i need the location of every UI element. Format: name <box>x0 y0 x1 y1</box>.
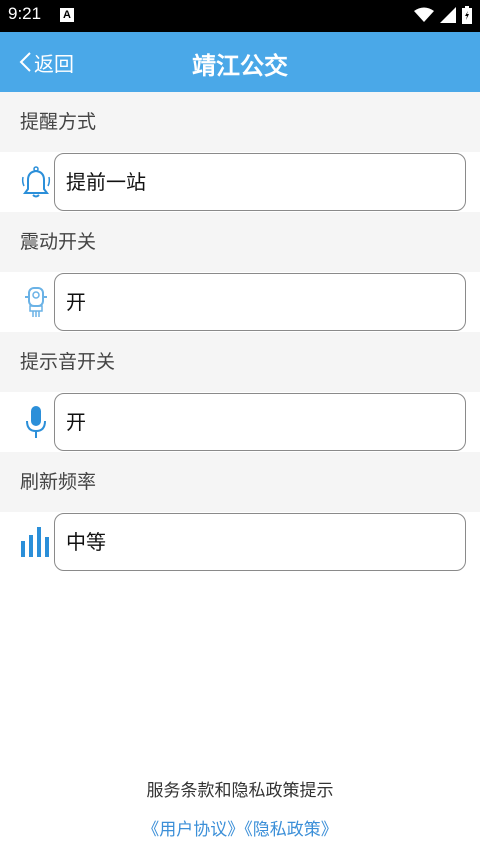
section-label-reminder-mode: 提醒方式 <box>0 92 480 152</box>
status-time: 9:21 <box>8 4 42 23</box>
section-label-vibration: 震动开关 <box>0 212 480 272</box>
signal-bars-icon <box>18 524 54 560</box>
section-label-refresh-rate: 刷新频率 <box>0 452 480 512</box>
sound-toggle[interactable]: 开 <box>54 393 466 451</box>
vibration-icon <box>18 284 54 320</box>
status-bar: 9:21 A <box>0 0 480 32</box>
terms-notice[interactable]: 服务条款和隐私政策提示 <box>0 776 480 801</box>
section-label-sound: 提示音开关 <box>0 332 480 392</box>
vibration-toggle[interactable]: 开 <box>54 273 466 331</box>
setting-row-reminder-mode: 提前一站 <box>0 152 480 212</box>
reminder-mode-select[interactable]: 提前一站 <box>54 153 466 211</box>
app-header: 返回 靖江公交 <box>0 32 480 92</box>
user-agreement-link[interactable]: 《用户协议》 <box>142 820 244 840</box>
setting-row-vibration: 开 <box>0 272 480 332</box>
cell-signal-icon <box>440 7 456 23</box>
setting-row-refresh-rate: 中等 <box>0 512 480 572</box>
battery-icon <box>462 6 472 24</box>
notification-a-icon: A <box>60 8 74 22</box>
wifi-icon <box>414 7 434 22</box>
microphone-icon <box>18 404 54 440</box>
bell-icon <box>18 164 54 200</box>
status-icons <box>414 6 472 24</box>
privacy-policy-link[interactable]: 《隐私政策》 <box>244 820 338 840</box>
setting-row-sound: 开 <box>0 392 480 452</box>
footer-links: 《用户协议》《隐私政策》 <box>0 815 480 840</box>
refresh-rate-select[interactable]: 中等 <box>54 513 466 571</box>
page-title: 靖江公交 <box>192 52 288 80</box>
